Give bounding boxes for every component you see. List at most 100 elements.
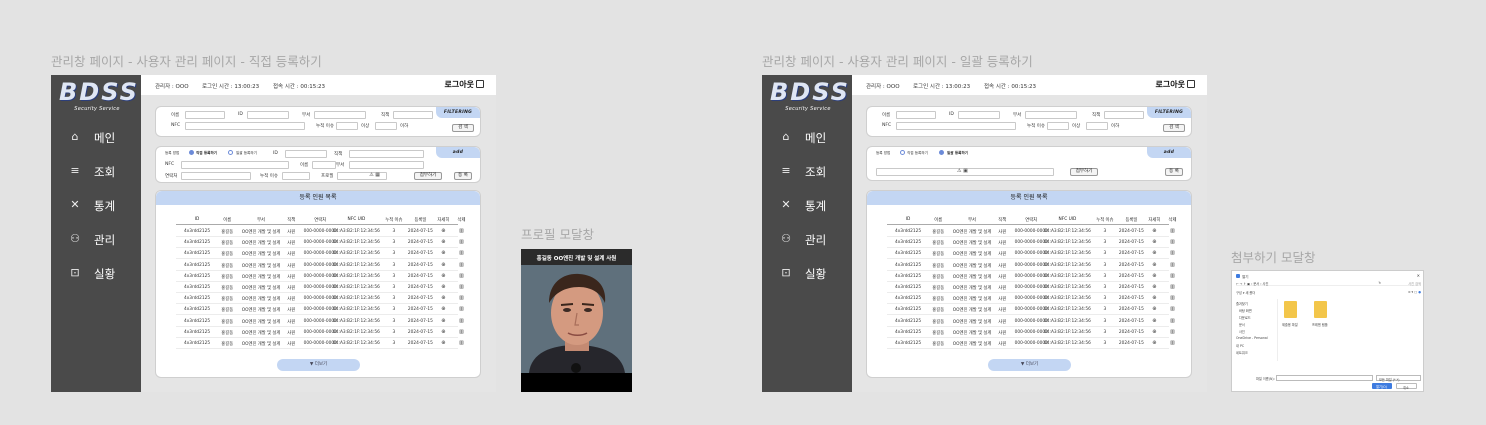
- filter-nfc-input[interactable]: [185, 122, 305, 130]
- delete-icon[interactable]: ▥: [1170, 340, 1175, 346]
- register-contact-input[interactable]: [181, 172, 251, 180]
- sidebar-item-home[interactable]: ⌂ 메인: [51, 127, 141, 149]
- view-detail-icon[interactable]: ⊕: [441, 228, 445, 234]
- logout-button[interactable]: 로그아웃: [1156, 79, 1195, 90]
- filter-max-input[interactable]: [1086, 122, 1108, 130]
- view-detail-icon[interactable]: ⊕: [1152, 318, 1156, 324]
- tree-item[interactable]: 즐겨찾기: [1236, 301, 1248, 306]
- delete-icon[interactable]: ▥: [459, 273, 464, 279]
- view-detail-icon[interactable]: ⊕: [1152, 284, 1156, 290]
- tree-item[interactable]: 내 PC: [1236, 343, 1244, 348]
- sidebar-item-users[interactable]: ⚇ 관리: [762, 229, 852, 251]
- bulk-register-radio[interactable]: [939, 150, 944, 155]
- register-rank-input[interactable]: [349, 150, 424, 158]
- tree-item[interactable]: OneDrive - Personal: [1236, 336, 1268, 340]
- delete-icon[interactable]: ▥: [459, 239, 464, 245]
- view-detail-icon[interactable]: ⊕: [441, 284, 445, 290]
- view-detail-icon[interactable]: ⊕: [441, 295, 445, 301]
- view-detail-icon[interactable]: ⊕: [1152, 250, 1156, 256]
- folder-icon[interactable]: [1284, 301, 1297, 318]
- open-button[interactable]: 열기(O): [1372, 383, 1392, 389]
- load-more-button[interactable]: ▼ 더보기: [988, 359, 1071, 371]
- register-nfc-input[interactable]: [181, 161, 289, 169]
- sidebar-item-chart[interactable]: ✕ 통계: [762, 195, 852, 217]
- delete-icon[interactable]: ▥: [1170, 250, 1175, 256]
- filter-min-input[interactable]: [336, 122, 358, 130]
- sidebar-item-home[interactable]: ⌂ 메인: [762, 127, 852, 149]
- filter-max-input[interactable]: [375, 122, 397, 130]
- view-detail-icon[interactable]: ⊕: [1152, 262, 1156, 268]
- view-detail-icon[interactable]: ⊕: [1152, 340, 1156, 346]
- view-detail-icon[interactable]: ⊕: [441, 306, 445, 312]
- register-id-input[interactable]: [285, 150, 327, 158]
- logout-button[interactable]: 로그아웃: [445, 79, 484, 90]
- register-name-input[interactable]: [312, 161, 336, 169]
- view-detail-icon[interactable]: ⊕: [1152, 306, 1156, 312]
- filter-id-input[interactable]: [958, 111, 1000, 119]
- delete-icon[interactable]: ▥: [1170, 306, 1175, 312]
- attach-button[interactable]: 첨부하기: [414, 172, 442, 180]
- delete-icon[interactable]: ▥: [1170, 239, 1175, 245]
- delete-icon[interactable]: ▥: [1170, 273, 1175, 279]
- filter-rank-input[interactable]: [393, 111, 433, 119]
- register-submit-button[interactable]: 등 록: [1165, 168, 1183, 176]
- view-detail-icon[interactable]: ⊕: [1152, 329, 1156, 335]
- delete-icon[interactable]: ▥: [459, 306, 464, 312]
- delete-icon[interactable]: ▥: [459, 318, 464, 324]
- view-detail-icon[interactable]: ⊕: [441, 250, 445, 256]
- sidebar-item-users[interactable]: ⚇ 관리: [51, 229, 141, 251]
- sidebar-item-list[interactable]: ≡ 조회: [762, 161, 852, 183]
- sidebar-item-monitor[interactable]: ⊡ 실황: [51, 263, 141, 285]
- address-bar[interactable]: ← → ↑ ▣ › 문서 › 사진 ↻ 사진 검색: [1236, 281, 1421, 286]
- delete-icon[interactable]: ▥: [459, 250, 464, 256]
- delete-icon[interactable]: ▥: [459, 228, 464, 234]
- delete-icon[interactable]: ▥: [459, 295, 464, 301]
- sidebar-item-list[interactable]: ≡ 조회: [51, 161, 141, 183]
- sidebar-item-chart[interactable]: ✕ 통계: [51, 195, 141, 217]
- filter-nfc-input[interactable]: [896, 122, 1016, 130]
- delete-icon[interactable]: ▥: [459, 262, 464, 268]
- tree-item[interactable]: 문서: [1239, 322, 1245, 327]
- profile-upload-field[interactable]: ⚠ ▦: [337, 172, 387, 180]
- delete-icon[interactable]: ▥: [1170, 284, 1175, 290]
- filter-name-input[interactable]: [896, 111, 936, 119]
- view-detail-icon[interactable]: ⊕: [1152, 273, 1156, 279]
- view-detail-icon[interactable]: ⊕: [441, 239, 445, 245]
- direct-register-radio[interactable]: [189, 150, 194, 155]
- filter-rank-input[interactable]: [1104, 111, 1144, 119]
- filter-search-button[interactable]: 검 색: [452, 124, 474, 132]
- direct-register-radio[interactable]: [900, 150, 905, 155]
- view-detail-icon[interactable]: ⊕: [441, 329, 445, 335]
- register-violations-input[interactable]: [282, 172, 310, 180]
- view-detail-icon[interactable]: ⊕: [1152, 228, 1156, 234]
- delete-icon[interactable]: ▥: [459, 340, 464, 346]
- bulk-register-radio[interactable]: [228, 150, 233, 155]
- filetype-select[interactable]: 모든 파일 (*.*): [1376, 375, 1421, 382]
- load-more-button[interactable]: ▼ 더보기: [277, 359, 360, 371]
- view-detail-icon[interactable]: ⊕: [1152, 239, 1156, 245]
- filter-dept-input[interactable]: [314, 111, 366, 119]
- filter-min-input[interactable]: [1047, 122, 1069, 130]
- delete-icon[interactable]: ▥: [459, 284, 464, 290]
- register-submit-button[interactable]: 등 록: [454, 172, 472, 180]
- delete-icon[interactable]: ▥: [1170, 228, 1175, 234]
- delete-icon[interactable]: ▥: [459, 329, 464, 335]
- attach-button[interactable]: 첨부하기: [1070, 168, 1098, 176]
- delete-icon[interactable]: ▥: [1170, 318, 1175, 324]
- delete-icon[interactable]: ▥: [1170, 329, 1175, 335]
- tree-item[interactable]: 바탕 화면: [1239, 308, 1252, 313]
- bulk-file-field[interactable]: ⚠ ▣: [876, 168, 1054, 176]
- tree-item[interactable]: 네트워크: [1236, 350, 1248, 355]
- view-detail-icon[interactable]: ⊕: [441, 318, 445, 324]
- filter-dept-input[interactable]: [1025, 111, 1077, 119]
- filename-input[interactable]: [1276, 375, 1373, 381]
- view-detail-icon[interactable]: ⊕: [1152, 295, 1156, 301]
- filter-name-input[interactable]: [185, 111, 225, 119]
- folder-icon[interactable]: [1314, 301, 1327, 318]
- view-detail-icon[interactable]: ⊕: [441, 262, 445, 268]
- cancel-button[interactable]: 취소: [1396, 383, 1417, 390]
- filter-search-button[interactable]: 검 색: [1163, 124, 1185, 132]
- delete-icon[interactable]: ▥: [1170, 262, 1175, 268]
- delete-icon[interactable]: ▥: [1170, 295, 1175, 301]
- view-detail-icon[interactable]: ⊕: [441, 273, 445, 279]
